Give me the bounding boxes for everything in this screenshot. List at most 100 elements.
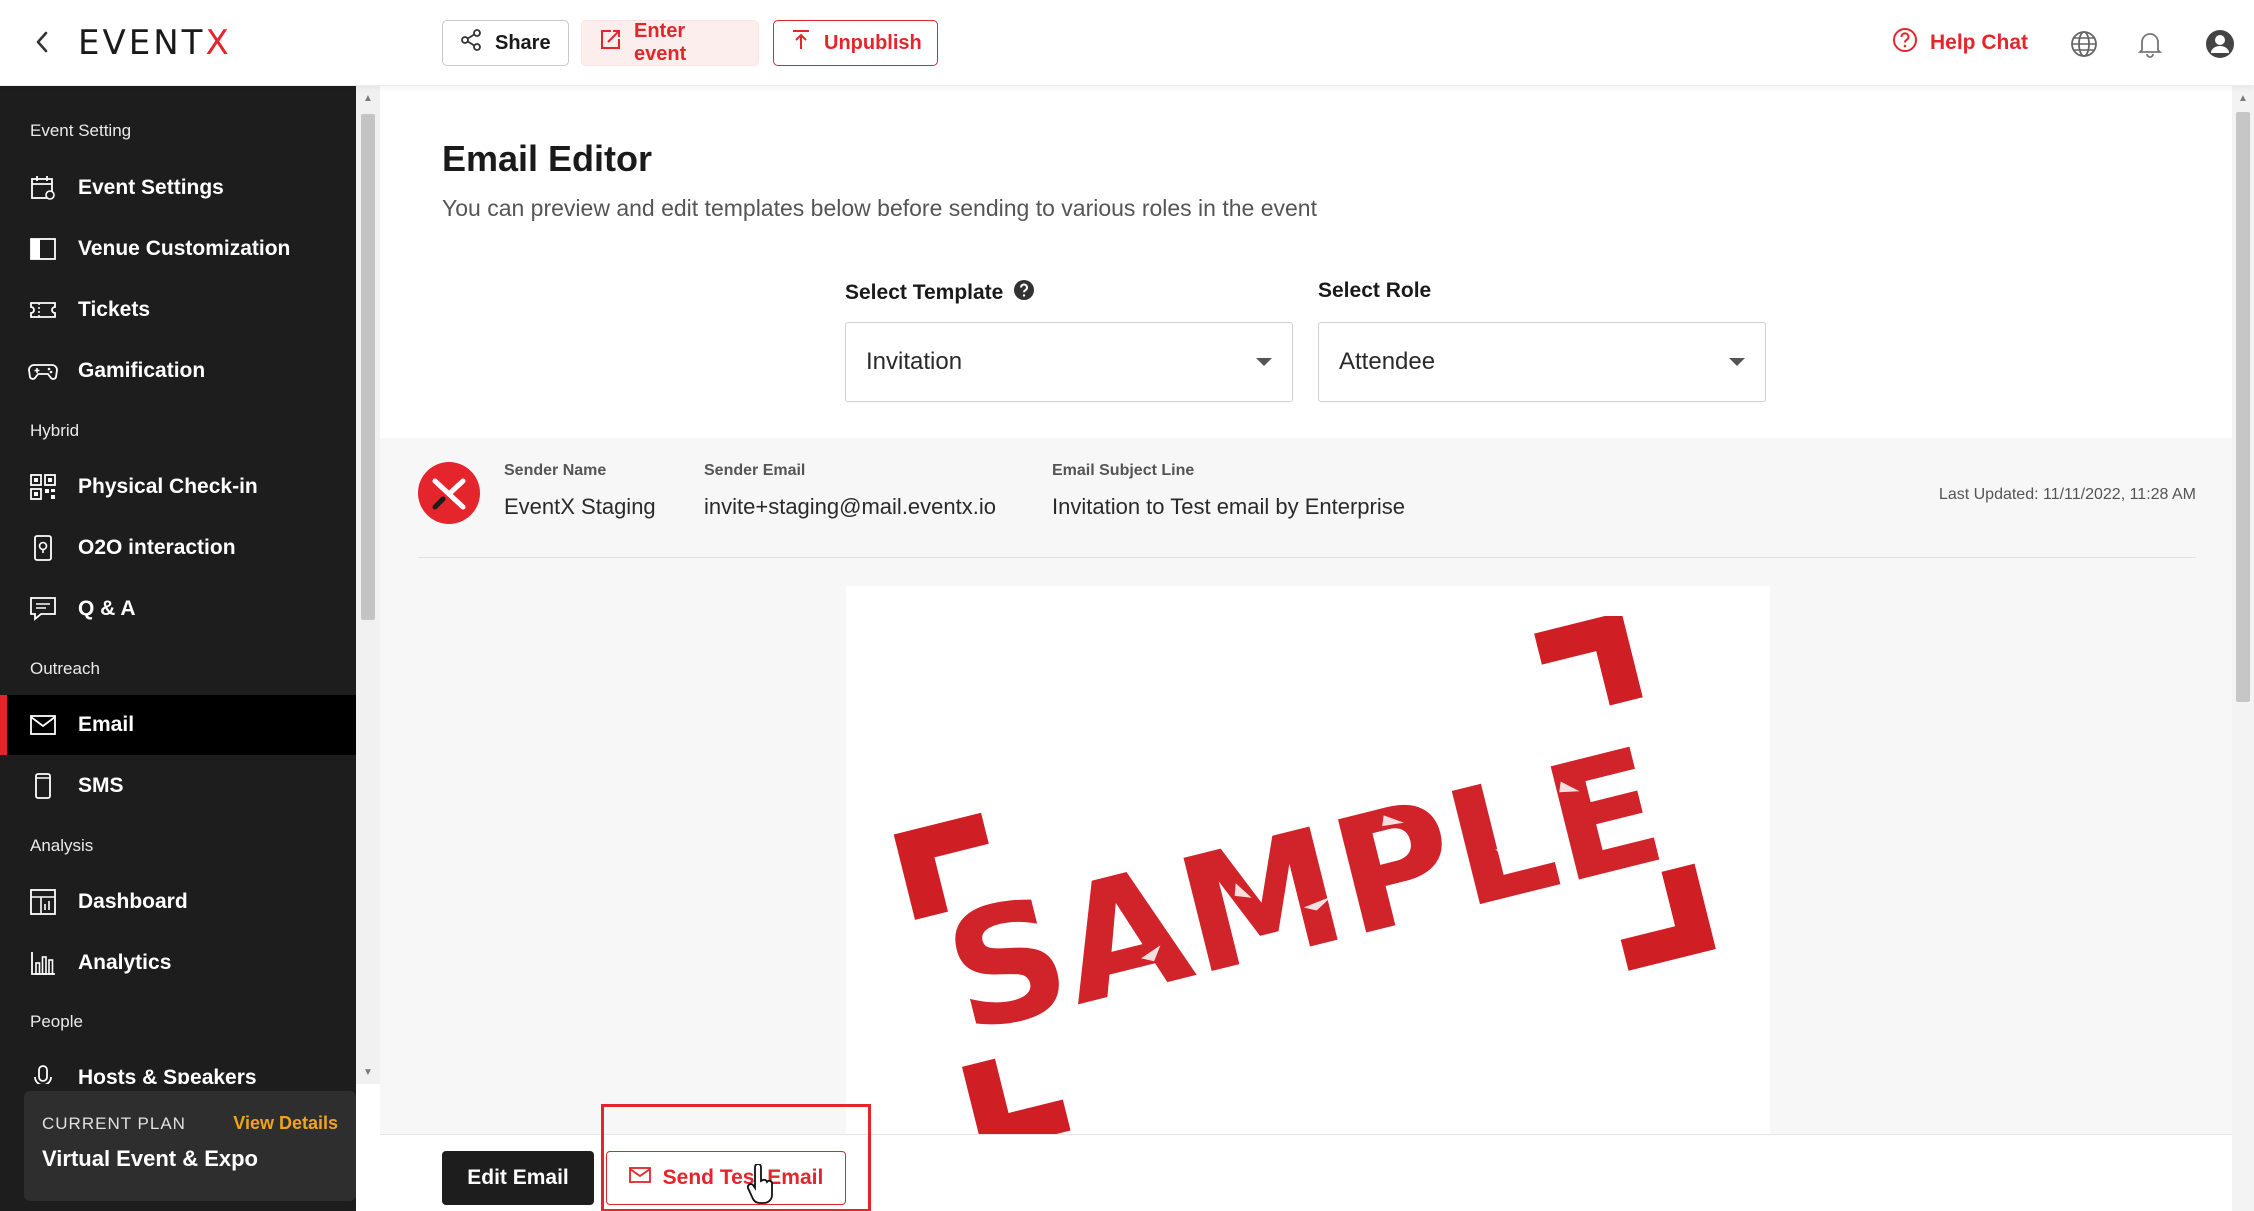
page-subtitle: You can preview and edit templates below… <box>442 195 1317 221</box>
scroll-down-arrow-icon[interactable]: ▼ <box>362 1066 374 1078</box>
email-preview-canvas: SAMPLE <box>846 586 1770 1146</box>
send-test-email-label: Send Test Email <box>662 1166 824 1189</box>
sidebar-item-label: O2O interaction <box>78 536 236 559</box>
bell-icon[interactable] <box>2134 28 2166 60</box>
sidebar-item-gamification[interactable]: Gamification <box>0 341 356 401</box>
section-people: People <box>30 1012 83 1031</box>
sample-stamp-image: SAMPLE <box>893 616 1716 1136</box>
chevron-down-icon <box>1729 358 1745 366</box>
sidebar-item-analytics[interactable]: Analytics <box>0 933 356 993</box>
subject-line-key: Email Subject Line <box>1052 462 1195 479</box>
template-select[interactable]: Invitation <box>845 322 1293 402</box>
subject-line-value: Invitation to Test email by Enterprise <box>1052 494 1405 519</box>
view-details-link[interactable]: View Details <box>233 1113 338 1134</box>
sender-name-key: Sender Name <box>504 462 607 479</box>
share-button[interactable]: Share <box>442 20 569 66</box>
subject-line-block: Email Subject Line Invitation to Test em… <box>1052 462 1405 520</box>
globe-icon[interactable] <box>2068 28 2100 60</box>
hand-pointer-cursor-icon <box>746 1163 776 1204</box>
sender-info-row: Sender Name EventX Staging Sender Email … <box>418 462 2196 558</box>
sidebar: Event Setting Event Settings Venue Custo… <box>0 86 356 1211</box>
eventx-logo[interactable]: EVENTX <box>78 22 232 64</box>
sidebar-item-venue-customization[interactable]: Venue Customization <box>0 219 356 279</box>
role-select[interactable]: Attendee <box>1318 322 1766 402</box>
sidebar-scrollbar[interactable]: ▲ ▼ <box>356 86 380 1084</box>
plan-kicker: CURRENT PLAN <box>42 1113 186 1133</box>
template-select-value: Invitation <box>866 348 963 375</box>
help-question-icon[interactable] <box>1013 279 1035 307</box>
share-icon <box>459 28 483 58</box>
main-scroll-thumb[interactable] <box>2236 112 2250 702</box>
mail-icon <box>28 710 58 740</box>
sidebar-item-qa[interactable]: Q & A <box>0 579 356 639</box>
sidebar-item-dashboard[interactable]: Dashboard <box>0 872 356 932</box>
sidebar-item-physical-checkin[interactable]: Physical Check-in <box>0 457 356 517</box>
sidebar-item-label: Gamification <box>78 359 206 382</box>
unpublish-label: Unpublish <box>824 31 922 54</box>
select-role-label: Select Role <box>1318 279 1432 302</box>
dashboard-icon <box>28 887 58 917</box>
sidebar-item-hosts-speakers[interactable]: Hosts & Speakers <box>0 1048 356 1084</box>
upload-icon <box>790 28 812 58</box>
gamepad-icon <box>28 356 58 386</box>
select-template-label: Select Template <box>845 279 1035 307</box>
calendar-gear-icon <box>28 173 58 203</box>
chevron-down-icon <box>1256 358 1272 366</box>
role-select-value: Attendee <box>1339 348 1436 375</box>
bottom-action-bar: Edit Email Send Test Email <box>380 1134 2232 1211</box>
help-chat-button[interactable]: Help Chat <box>1892 26 2028 60</box>
phone-location-icon <box>28 533 58 563</box>
main-scrollbar[interactable]: ▲ <box>2232 86 2254 1211</box>
sidebar-item-label: Event Settings <box>78 176 224 199</box>
main-content: Email Editor You can preview and edit te… <box>380 86 2232 1211</box>
unpublish-button[interactable]: Unpublish <box>773 20 938 66</box>
sidebar-item-label: SMS <box>78 774 124 797</box>
ticket-icon <box>28 295 58 325</box>
sidebar-item-label: Venue Customization <box>78 237 291 260</box>
section-event-setting: Event Setting <box>30 121 132 140</box>
sidebar-item-sms[interactable]: SMS <box>0 756 356 816</box>
sender-email-value: invite+staging@mail.eventx.io <box>704 494 996 519</box>
current-plan-card: CURRENT PLAN View Details Virtual Event … <box>24 1091 356 1201</box>
sender-avatar-icon <box>418 462 480 524</box>
external-link-icon <box>598 28 622 58</box>
sender-name-block: Sender Name EventX Staging <box>504 462 656 520</box>
mail-icon <box>628 1166 651 1190</box>
share-label: Share <box>495 31 551 54</box>
sidebar-item-label: Analytics <box>78 951 172 974</box>
sidebar-item-label: Email <box>78 713 135 736</box>
sidebar-item-tickets[interactable]: Tickets <box>0 280 356 340</box>
bar-chart-icon <box>28 948 58 978</box>
scroll-up-arrow-icon[interactable]: ▲ <box>362 92 374 104</box>
qr-code-icon <box>28 472 58 502</box>
page-title: Email Editor <box>442 138 653 179</box>
edit-email-button[interactable]: Edit Email <box>442 1151 594 1205</box>
last-updated-text: Last Updated: 11/11/2022, 11:28 AM <box>1938 486 2196 503</box>
enter-event-button[interactable]: Enter event <box>581 20 759 66</box>
chat-bubble-icon <box>28 594 58 624</box>
sidebar-nav: Event Setting Event Settings Venue Custo… <box>0 86 356 1084</box>
sender-email-key: Sender Email <box>704 462 806 479</box>
send-test-email-button[interactable]: Send Test Email <box>606 1151 846 1205</box>
sidebar-item-email[interactable]: Email <box>0 695 356 755</box>
sidebar-item-label: Physical Check-in <box>78 475 258 498</box>
sidebar-item-label: Dashboard <box>78 890 188 913</box>
top-bar: EVENTX Share Enter event Unpublish Help … <box>0 0 2254 86</box>
sidebar-scroll-thumb[interactable] <box>361 114 375 620</box>
sidebar-item-label: Hosts & Speakers <box>78 1066 257 1084</box>
section-hybrid: Hybrid <box>30 421 80 440</box>
help-circle-icon <box>1892 27 1918 59</box>
microphone-icon <box>28 1063 58 1084</box>
stamp-text: SAMPLE <box>929 712 1679 1069</box>
mobile-phone-icon <box>28 771 58 801</box>
scroll-up-arrow-icon[interactable]: ▲ <box>2237 92 2249 104</box>
email-preview-area: Sender Name EventX Staging Sender Email … <box>380 438 2232 1146</box>
sidebar-item-o2o-interaction[interactable]: O2O interaction <box>0 518 356 578</box>
sender-email-block: Sender Email invite+staging@mail.eventx.… <box>704 462 996 520</box>
user-avatar-icon[interactable] <box>2204 28 2236 60</box>
plan-name: Virtual Event & Expo <box>42 1146 258 1171</box>
sidebar-item-event-settings[interactable]: Event Settings <box>0 158 356 218</box>
sender-name-value: EventX Staging <box>504 494 656 519</box>
sidebar-item-label: Tickets <box>78 298 150 321</box>
back-arrow-icon[interactable] <box>28 28 56 56</box>
